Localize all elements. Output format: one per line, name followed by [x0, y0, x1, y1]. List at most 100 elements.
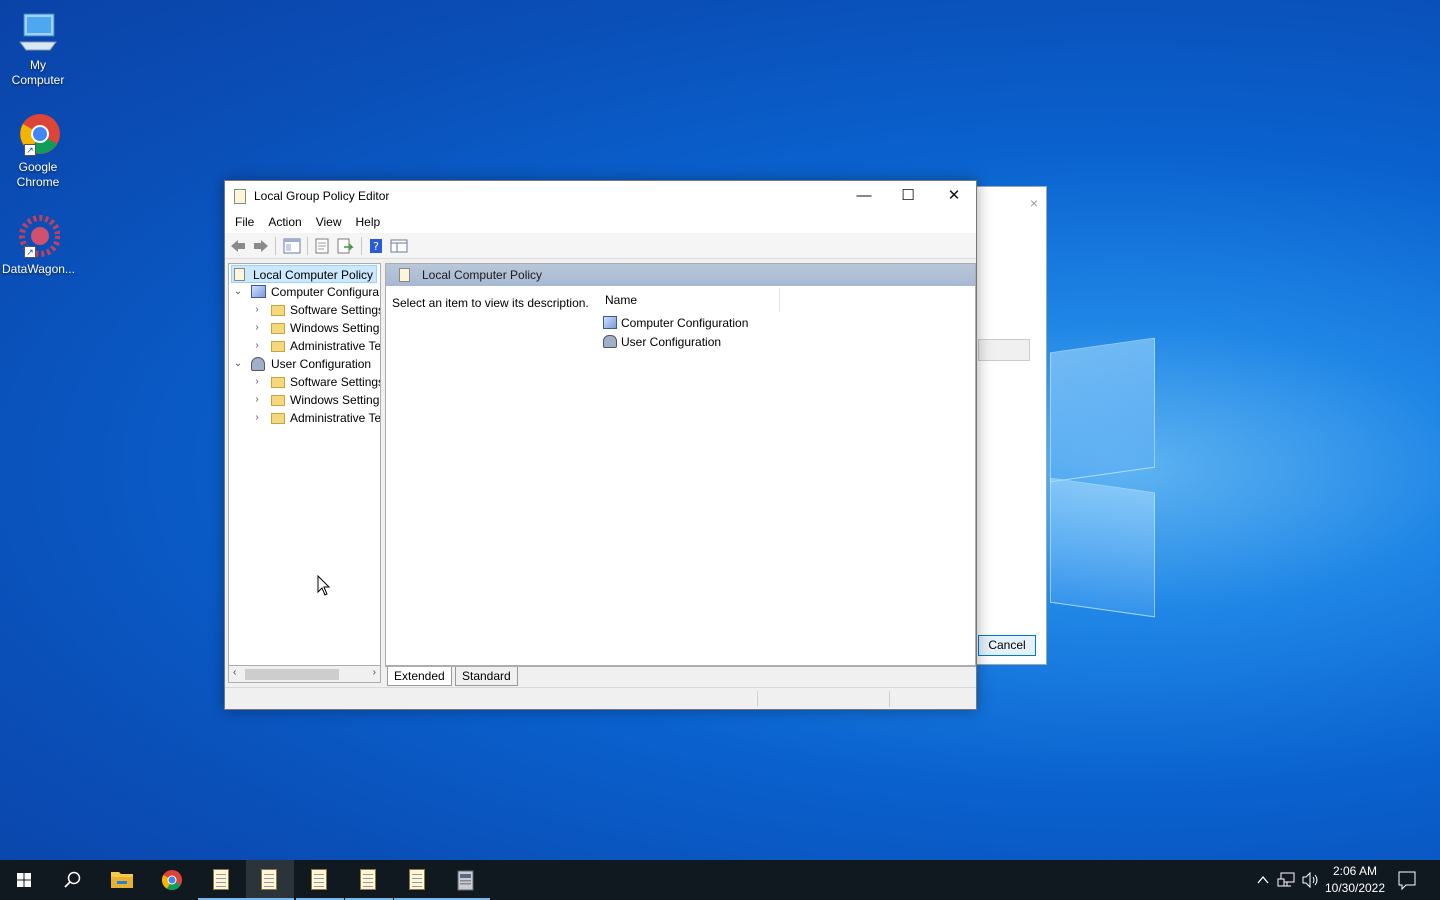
menu-bar: File Action View Help: [225, 211, 976, 233]
desktop-icon-google-chrome[interactable]: ↗ Google Chrome: [2, 112, 74, 190]
chevron-down-icon[interactable]: ⌄: [233, 283, 243, 301]
window-title: Local Group Policy Editor: [254, 189, 390, 203]
desktop-icon-datawagon[interactable]: ↗ DataWagon...: [2, 214, 75, 277]
cancel-button[interactable]: Cancel: [978, 635, 1036, 656]
shortcut-arrow-icon: ↗: [24, 144, 36, 156]
user-config-icon: [251, 357, 265, 371]
search-button[interactable]: [48, 860, 96, 900]
clock-time: 2:06 AM: [1332, 864, 1378, 878]
policy-icon: [399, 268, 410, 282]
scroll-right-icon[interactable]: ›: [373, 667, 376, 678]
datawagon-icon: ↗: [16, 214, 61, 258]
group-policy-editor-window: Local Group Policy Editor — ☐ ✕ File Act…: [224, 180, 977, 710]
mouse-cursor-icon: [317, 575, 331, 596]
tree-item-user-configuration[interactable]: ⌄ User Configuration: [229, 355, 380, 373]
clock-date: 10/30/2022: [1324, 881, 1386, 895]
folder-icon: [271, 395, 285, 406]
folder-icon: [271, 341, 285, 352]
chevron-right-icon[interactable]: ›: [252, 409, 262, 427]
details-pane: Local Computer Policy Select an item to …: [385, 263, 976, 666]
chevron-right-icon[interactable]: ›: [252, 319, 262, 337]
tree-item-computer-configuration[interactable]: ⌄ Computer Configura: [229, 283, 380, 301]
network-icon[interactable]: [1277, 860, 1297, 900]
tab-extended[interactable]: Extended: [387, 667, 452, 686]
windows-logo-icon: [17, 873, 31, 887]
desktop-icon-label: My Computer: [11, 58, 65, 87]
column-header-name[interactable]: Name: [600, 288, 780, 312]
chevron-up-icon[interactable]: [1254, 860, 1272, 900]
tree-item-windows-settings[interactable]: › Windows Setting: [229, 319, 380, 337]
menu-file[interactable]: File: [229, 215, 260, 229]
view-tabs: Extended Standard: [385, 666, 976, 686]
dialog-field[interactable]: [978, 339, 1030, 361]
speaker-icon[interactable]: [1300, 860, 1320, 900]
scroll-left-icon[interactable]: ‹: [233, 667, 236, 678]
notifications-icon[interactable]: [1397, 860, 1417, 900]
extended-view-icon[interactable]: [390, 238, 408, 254]
taskbar-notepad-1[interactable]: [198, 860, 246, 900]
list-item-computer-configuration[interactable]: Computer Configuration: [603, 314, 748, 332]
notepad-icon: [261, 869, 277, 890]
description-text: Select an item to view its description.: [392, 296, 589, 310]
tree-item-administrative-templates[interactable]: › Administrative Te: [229, 409, 380, 427]
chevron-right-icon[interactable]: ›: [252, 373, 262, 391]
title-bar[interactable]: Local Group Policy Editor — ☐ ✕: [225, 181, 976, 211]
policy-icon: [234, 268, 245, 281]
back-arrow-icon[interactable]: [229, 238, 247, 254]
tree-horizontal-scrollbar[interactable]: ‹ ›: [228, 666, 381, 683]
menu-help[interactable]: Help: [350, 215, 387, 229]
menu-view[interactable]: View: [310, 215, 348, 229]
notepad-icon: [213, 869, 229, 890]
search-icon: [64, 871, 81, 888]
taskbar-group-policy-editor[interactable]: [246, 860, 294, 900]
export-list-icon[interactable]: [336, 238, 354, 254]
taskbar-notepad-3[interactable]: [345, 860, 393, 900]
taskbar: 2:06 AM 10/30/2022: [0, 860, 1440, 900]
notepad-icon: [311, 869, 327, 890]
close-button[interactable]: ✕: [931, 181, 977, 211]
desktop-icon-label: Google Chrome: [16, 160, 60, 189]
user-config-icon: [603, 335, 617, 348]
chrome-icon: [161, 870, 182, 891]
computer-icon: [16, 10, 60, 54]
console-tree: Local Computer Policy ⌄ Computer Configu…: [228, 263, 381, 666]
policy-editor-icon: [234, 189, 246, 204]
show-tree-icon[interactable]: [283, 238, 301, 254]
chevron-right-icon[interactable]: ›: [252, 337, 262, 355]
svg-text:?: ?: [373, 240, 379, 253]
application-icon: [457, 870, 474, 891]
taskbar-notepad-2[interactable]: [296, 860, 344, 900]
dialog-close-icon[interactable]: ×: [1030, 195, 1038, 211]
desktop-icon-my-computer[interactable]: My Computer: [2, 10, 74, 88]
tree-item-windows-settings[interactable]: › Windows Setting: [229, 391, 380, 409]
computer-config-icon: [603, 316, 617, 329]
minimize-button[interactable]: —: [841, 181, 887, 211]
forward-arrow-icon[interactable]: [252, 238, 270, 254]
folder-icon: [271, 413, 285, 424]
taskbar-app[interactable]: [442, 860, 490, 900]
maximize-button[interactable]: ☐: [885, 181, 931, 211]
tree-item-software-settings[interactable]: › Software Settings: [229, 373, 380, 391]
wallpaper-windows-logo: [1050, 337, 1160, 618]
chevron-right-icon[interactable]: ›: [252, 301, 262, 319]
taskbar-file-explorer[interactable]: [98, 860, 146, 900]
taskbar-notepad-4[interactable]: [394, 860, 442, 900]
taskbar-chrome[interactable]: [148, 860, 196, 900]
system-clock[interactable]: 2:06 AM 10/30/2022: [1320, 863, 1390, 897]
properties-icon[interactable]: [313, 238, 331, 254]
menu-action[interactable]: Action: [262, 215, 307, 229]
scroll-thumb[interactable]: [245, 669, 339, 680]
folder-icon: [271, 323, 285, 334]
chevron-right-icon[interactable]: ›: [252, 391, 262, 409]
chrome-icon: ↗: [16, 112, 60, 156]
list-item-user-configuration[interactable]: User Configuration: [603, 333, 721, 351]
tree-item-software-settings[interactable]: › Software Settings: [229, 301, 380, 319]
tree-item-administrative-templates[interactable]: › Administrative Te: [229, 337, 380, 355]
toolbar: ?: [225, 233, 976, 259]
tree-item-local-computer-policy[interactable]: Local Computer Policy: [231, 265, 377, 283]
tab-standard[interactable]: Standard: [455, 667, 518, 686]
chevron-down-icon[interactable]: ⌄: [233, 355, 243, 373]
help-icon[interactable]: ?: [367, 238, 385, 254]
start-button[interactable]: [0, 860, 48, 900]
folder-icon: [111, 872, 133, 888]
